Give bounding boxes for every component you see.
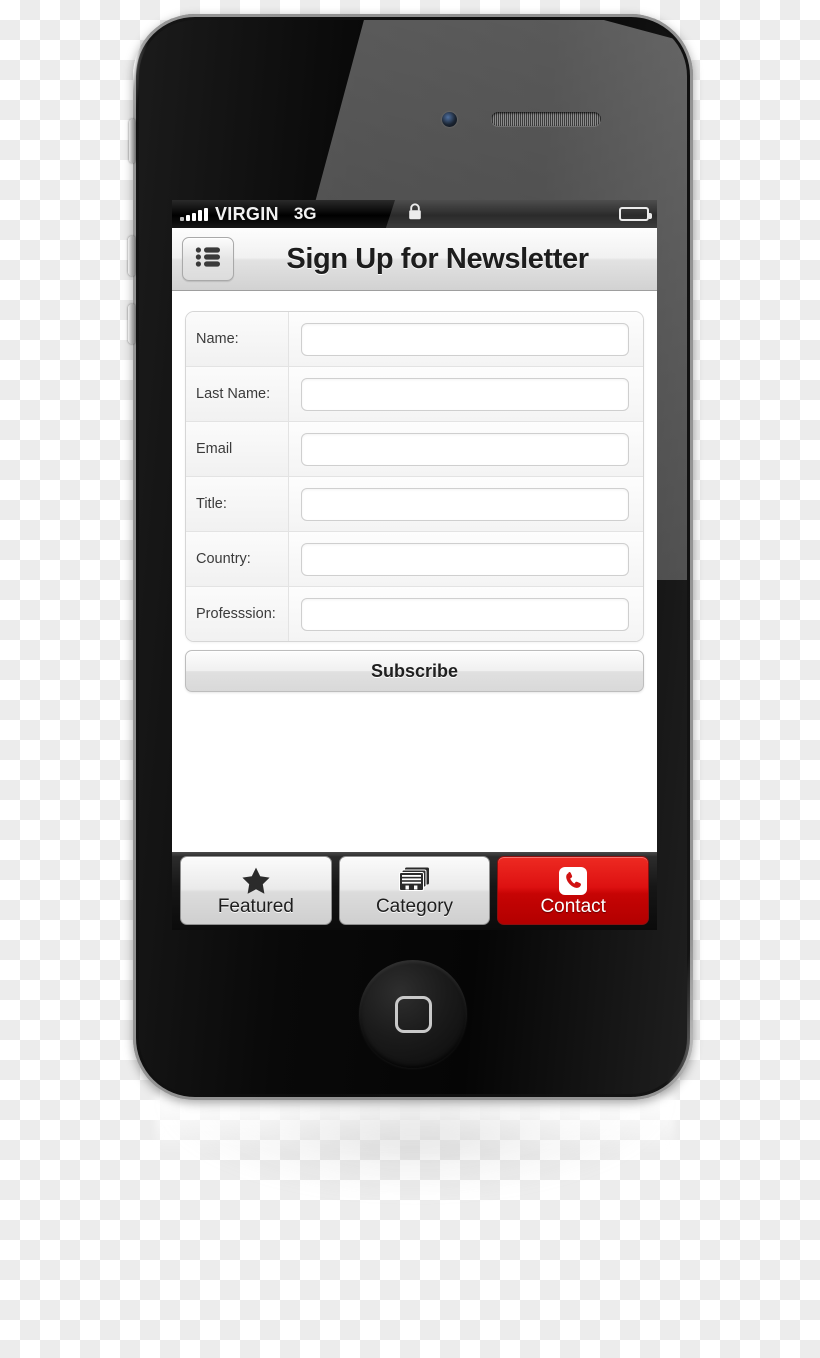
last-name-input[interactable] — [301, 377, 629, 411]
field-wrap-profession — [289, 590, 643, 639]
form-row: Last Name: — [186, 367, 643, 422]
tab-contact[interactable]: Contact — [497, 856, 650, 925]
iphone-device: VIRGIN 3G Sign Up for Newsletter Name: L… — [128, 14, 693, 1100]
tab-label-featured: Featured — [217, 895, 294, 917]
home-button-square-icon — [394, 995, 432, 1033]
tab-featured[interactable]: Featured — [180, 856, 332, 925]
country-input[interactable] — [301, 542, 629, 576]
battery-icon — [619, 207, 652, 221]
tab-label-category: Category — [375, 895, 454, 917]
page-title: Sign Up for Newsletter — [286, 242, 589, 275]
device-reflection — [140, 1100, 690, 1300]
form-row: Title: — [186, 477, 643, 532]
lock-icon — [408, 203, 422, 225]
list-menu-icon — [195, 246, 221, 273]
subscribe-button[interactable]: Subscribe — [185, 650, 644, 692]
field-label-email: Email — [186, 422, 289, 476]
mute-switch[interactable] — [129, 119, 136, 163]
device-reflection-highlight — [155, 1095, 675, 1155]
field-wrap-country — [289, 535, 643, 584]
home-button[interactable] — [359, 960, 467, 1068]
cards-icon — [398, 866, 432, 896]
form-row: Professsion: — [186, 587, 643, 641]
field-label-last-name: Last Name: — [186, 367, 289, 421]
navigation-bar: Sign Up for Newsletter — [172, 228, 657, 291]
newsletter-form: Name: Last Name: Email Title: Country: P… — [185, 311, 644, 642]
device-screen: VIRGIN 3G Sign Up for Newsletter Name: L… — [172, 200, 657, 930]
field-label-title: Title: — [186, 477, 289, 531]
tab-label-contact: Contact — [540, 895, 606, 917]
volume-down-button[interactable] — [128, 304, 136, 344]
field-label-country: Country: — [186, 532, 289, 586]
signal-bars-icon — [180, 207, 208, 221]
form-row: Country: — [186, 532, 643, 587]
field-label-name: Name: — [186, 312, 289, 366]
earpiece-speaker — [491, 112, 601, 126]
status-bar-right — [619, 207, 652, 221]
star-icon — [241, 866, 271, 896]
email-input[interactable] — [301, 432, 629, 466]
name-input[interactable] — [301, 322, 629, 356]
field-wrap-name — [289, 315, 643, 364]
field-wrap-title — [289, 480, 643, 529]
form-row: Name: — [186, 312, 643, 367]
status-bar-left: VIRGIN 3G — [180, 204, 317, 225]
tab-category[interactable]: Category — [338, 856, 491, 925]
subscribe-button-wrap: Subscribe — [185, 642, 644, 692]
volume-up-button[interactable] — [128, 236, 136, 276]
field-label-profession: Professsion: — [186, 587, 289, 641]
form-row: Email — [186, 422, 643, 477]
field-wrap-email — [289, 425, 643, 474]
tab-bar: Featured Category Contact — [172, 852, 657, 930]
front-camera — [442, 112, 457, 127]
status-bar-glare — [385, 200, 657, 228]
network-type-label: 3G — [293, 204, 317, 223]
status-bar: VIRGIN 3G — [172, 200, 657, 228]
carrier-label: VIRGIN — [215, 203, 279, 224]
field-wrap-last-name — [289, 370, 643, 419]
menu-button[interactable] — [182, 237, 234, 281]
title-input[interactable] — [301, 487, 629, 521]
phone-icon — [558, 866, 588, 896]
profession-input[interactable] — [301, 597, 629, 631]
content-area: Name: Last Name: Email Title: Country: P… — [172, 291, 657, 851]
